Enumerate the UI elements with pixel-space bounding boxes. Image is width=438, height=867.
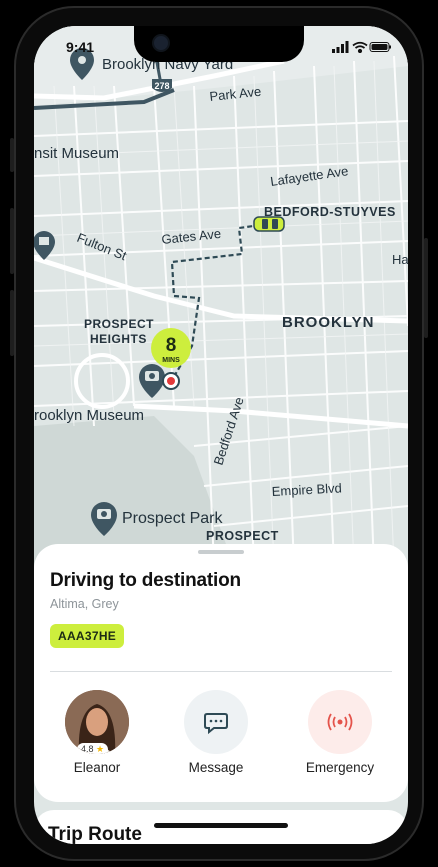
avatar: 4.8 ★: [65, 690, 129, 754]
battery-icon: [369, 42, 391, 52]
svg-text:278: 278: [154, 81, 169, 91]
status-icons: [332, 40, 392, 58]
star-icon: ★: [96, 744, 105, 754]
signal-icon: [332, 41, 349, 53]
power-button: [424, 238, 428, 338]
driver-profile-button[interactable]: 4.8 ★ Eleanor: [52, 690, 142, 775]
volume-up-button: [10, 208, 14, 274]
label-transit-museum: nsit Museum: [34, 145, 119, 162]
message-label: Message: [188, 760, 244, 775]
sheet-drag-handle[interactable]: [198, 550, 244, 554]
label-brooklyn: BROOKLYN: [282, 314, 374, 331]
divider: [50, 671, 392, 672]
car-icon: [253, 216, 285, 232]
label-prospect-heights-line1: PROSPECT: [84, 317, 154, 331]
message-button[interactable]: Message: [171, 690, 261, 775]
label-bedford-stuyvesant: BEDFORD-STUYVES: [264, 205, 396, 219]
car-model: Altima, Grey: [50, 597, 119, 611]
label-prospect-heights-line2: HEIGHTS: [90, 332, 147, 346]
screen: 8 MINS 278 Brooklyn Navy Yard Park Ave n…: [34, 26, 408, 844]
eta-badge: 8 MINS: [151, 328, 191, 368]
driver-rating: 4.8 ★: [77, 743, 109, 754]
home-indicator[interactable]: [154, 823, 288, 828]
label-prospect-park: Prospect Park: [122, 510, 223, 527]
message-icon: [204, 713, 228, 735]
mute-switch: [10, 138, 14, 172]
emergency-broadcast-icon: [327, 713, 353, 731]
map-view[interactable]: 8 MINS 278 Brooklyn Navy Yard Park Ave n…: [34, 26, 408, 566]
volume-down-button: [10, 290, 14, 356]
label-brooklyn-museum: rooklyn Museum: [34, 407, 144, 424]
ride-status-title: Driving to destination: [50, 570, 241, 591]
destination-marker[interactable]: [162, 372, 180, 390]
label-ha: Ha: [392, 252, 408, 267]
ride-status-sheet: Driving to destination Altima, Grey AAA3…: [34, 544, 408, 802]
eta-unit: MINS: [162, 357, 180, 364]
license-plate-badge: AAA37HE: [50, 624, 125, 648]
front-camera: [152, 34, 170, 52]
driver-name: Eleanor: [73, 760, 121, 775]
emergency-label: Emergency: [305, 760, 375, 775]
emergency-button[interactable]: Emergency: [295, 690, 385, 775]
eta-value: 8: [166, 335, 177, 356]
status-time: 9:41: [66, 39, 95, 55]
label-prospect-bottom: PROSPECT: [206, 529, 279, 543]
trip-route-title: Trip Route: [48, 824, 142, 844]
route-278-shield: 278: [152, 79, 172, 92]
wifi-icon: [352, 41, 368, 54]
